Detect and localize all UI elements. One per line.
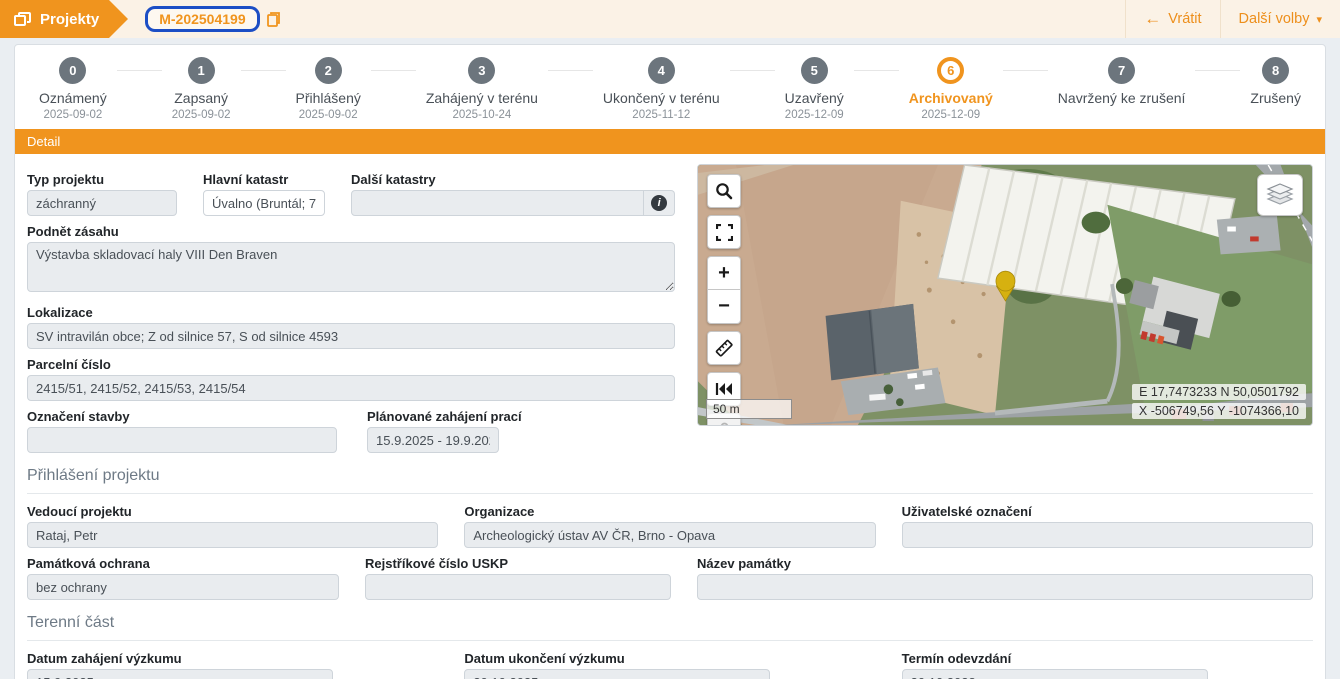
map-toolbar: + − bbox=[707, 174, 741, 426]
step-circle: 2 bbox=[315, 57, 342, 84]
step-connector bbox=[730, 70, 775, 71]
step-archivovany: 6 Archivovaný 2025-12-09 bbox=[909, 57, 993, 123]
typ-projektu-input[interactable] bbox=[27, 190, 177, 216]
organizace-label: Organizace bbox=[464, 504, 875, 519]
search-icon bbox=[715, 182, 733, 200]
planovane-zahajeni-label: Plánované zahájení prací bbox=[367, 409, 675, 424]
copy-icon[interactable] bbox=[266, 11, 281, 28]
section-header-prihlaseni: Přihlášení projektu bbox=[27, 453, 1313, 494]
fullscreen-icon bbox=[716, 224, 733, 241]
cascade-windows-icon bbox=[14, 12, 31, 27]
rejstrikove-cislo-label: Rejstříkové číslo USKP bbox=[365, 556, 671, 571]
ruler-icon bbox=[714, 338, 734, 358]
map-layers-button[interactable] bbox=[1257, 174, 1303, 216]
lokalizace-label: Lokalizace bbox=[27, 305, 675, 320]
step-zahajeny: 3 Zahájený v terénu 2025-10-24 bbox=[426, 57, 538, 123]
project-id-badge[interactable]: M-202504199 bbox=[145, 6, 259, 32]
step-circle: 8 bbox=[1262, 57, 1289, 84]
parcelni-cislo-label: Parcelní číslo bbox=[27, 357, 675, 372]
step-zapsany: 1 Zapsaný 2025-09-02 bbox=[172, 57, 231, 123]
step-circle: 5 bbox=[801, 57, 828, 84]
zoom-in-button[interactable]: + bbox=[707, 256, 741, 290]
step-connector bbox=[117, 70, 162, 71]
step-oznameny: 0 Oznámený 2025-09-02 bbox=[39, 57, 107, 123]
arrow-left-icon: ← bbox=[1144, 9, 1161, 29]
step-connector bbox=[548, 70, 593, 71]
section-header-terenni: Terenní část bbox=[27, 600, 1313, 641]
datum-zahajeni-label: Datum zahájení výzkumu bbox=[27, 651, 438, 666]
step-connector bbox=[371, 70, 416, 71]
map-coordinates: E 17,7473233 N 50,0501792 X -506749,56 Y… bbox=[1132, 384, 1306, 419]
step-circle: 1 bbox=[188, 57, 215, 84]
podnet-zasahu-label: Podnět zásahu bbox=[27, 224, 675, 239]
nazev-pamatky-label: Název památky bbox=[697, 556, 1313, 571]
step-navrzeny-ke-zruseni: 7 Navržený ke zrušení bbox=[1058, 57, 1186, 123]
dalsi-katastry-info: i bbox=[644, 190, 675, 216]
vedouci-input[interactable] bbox=[27, 522, 438, 548]
projects-tab[interactable]: Projekty bbox=[0, 0, 109, 38]
more-options-button[interactable]: Další volby ▾ bbox=[1220, 0, 1340, 38]
detail-section-header: Detail bbox=[15, 129, 1325, 154]
step-circle: 6 bbox=[937, 57, 964, 84]
map-measure-button[interactable] bbox=[707, 331, 741, 365]
pamatkova-ochrana-input[interactable] bbox=[27, 574, 339, 600]
hlavni-katastr-input[interactable] bbox=[203, 190, 325, 216]
planovane-zahajeni-input[interactable] bbox=[367, 427, 499, 453]
projects-tab-label: Projekty bbox=[40, 11, 99, 28]
typ-projektu-label: Typ projektu bbox=[27, 172, 177, 187]
hlavni-katastr-label: Hlavní katastr bbox=[203, 172, 325, 187]
status-stepper: 0 Oznámený 2025-09-02 1 Zapsaný 2025-09-… bbox=[15, 45, 1325, 129]
previous-extent-icon bbox=[714, 381, 734, 397]
step-circle: 3 bbox=[468, 57, 495, 84]
map-scale-bar: 50 m bbox=[706, 399, 792, 419]
lokalizace-input[interactable] bbox=[27, 323, 675, 349]
coords-geo: E 17,7473233 N 50,0501792 bbox=[1132, 384, 1306, 400]
step-circle: 0 bbox=[59, 57, 86, 84]
pamatkova-ochrana-label: Památková ochrana bbox=[27, 556, 339, 571]
step-ukonceny: 4 Ukončený v terénu 2025-11-12 bbox=[603, 57, 720, 123]
uzivatelske-oznaceni-input[interactable] bbox=[902, 522, 1313, 548]
back-button-label: Vrátit bbox=[1168, 11, 1201, 27]
vedouci-label: Vedoucí projektu bbox=[27, 504, 438, 519]
step-connector bbox=[1003, 70, 1048, 71]
nazev-pamatky-input[interactable] bbox=[697, 574, 1313, 600]
map-search-button[interactable] bbox=[707, 174, 741, 208]
coords-sjtsk: X -506749,56 Y -1074366,10 bbox=[1132, 403, 1306, 419]
back-button[interactable]: ← Vrátit bbox=[1125, 0, 1219, 38]
layers-icon bbox=[1265, 182, 1295, 208]
zoom-out-button[interactable]: − bbox=[707, 290, 741, 324]
termin-odevzdani-input[interactable] bbox=[902, 669, 1208, 679]
oznaceni-stavby-label: Označení stavby bbox=[27, 409, 337, 424]
oznaceni-stavby-input[interactable] bbox=[27, 427, 337, 453]
datum-ukonceni-label: Datum ukončení výzkumu bbox=[464, 651, 875, 666]
step-connector bbox=[854, 70, 899, 71]
more-options-label: Další volby bbox=[1239, 11, 1310, 27]
termin-odevzdani-label: Termín odevzdání bbox=[902, 651, 1313, 666]
map-fullscreen-button[interactable] bbox=[707, 215, 741, 249]
step-connector bbox=[241, 70, 286, 71]
map-zoom-controls: + − bbox=[707, 256, 741, 324]
map-canvas[interactable]: + − bbox=[697, 164, 1313, 426]
step-uzavreny: 5 Uzavřený 2025-12-09 bbox=[785, 57, 844, 123]
step-prihlaseny: 2 Přihlášený 2025-09-02 bbox=[296, 57, 361, 123]
datum-ukonceni-input[interactable] bbox=[464, 669, 770, 679]
step-connector bbox=[1195, 70, 1240, 71]
dalsi-katastry-label: Další katastry bbox=[351, 172, 675, 187]
project-detail-card: 0 Oznámený 2025-09-02 1 Zapsaný 2025-09-… bbox=[14, 44, 1326, 679]
uzivatelske-oznaceni-label: Uživatelské označení bbox=[902, 504, 1313, 519]
step-circle: 7 bbox=[1108, 57, 1135, 84]
top-bar: Projekty M-202504199 ← Vrátit Další volb… bbox=[0, 0, 1340, 38]
step-circle: 4 bbox=[648, 57, 675, 84]
dalsi-katastry-input[interactable] bbox=[351, 190, 644, 216]
podnet-zasahu-textarea[interactable]: Výstavba skladovací haly VIII Den Braven bbox=[27, 242, 675, 292]
organizace-input[interactable] bbox=[464, 522, 875, 548]
lock-icon bbox=[717, 422, 732, 427]
detail-form: Typ projektu Hlavní katastr Další katast… bbox=[27, 164, 675, 453]
info-icon[interactable]: i bbox=[651, 195, 667, 211]
parcelni-cislo-input[interactable] bbox=[27, 375, 675, 401]
rejstrikove-cislo-input[interactable] bbox=[365, 574, 671, 600]
datum-zahajeni-input[interactable] bbox=[27, 669, 333, 679]
chevron-down-icon: ▾ bbox=[1316, 13, 1322, 26]
step-zruseny: 8 Zrušený bbox=[1250, 57, 1301, 123]
